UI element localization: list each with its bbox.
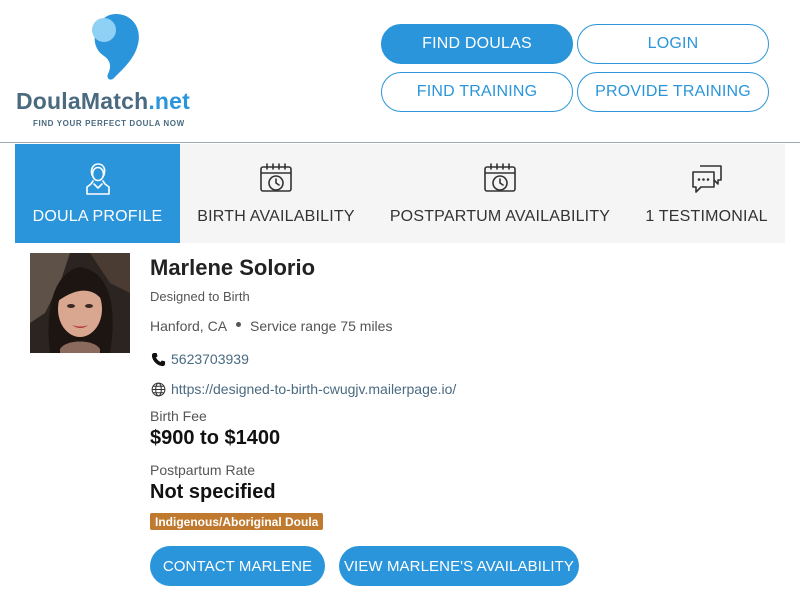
profile-tabs: DOULA PROFILE BIRTH AVAILABILITY POSTPAR…	[15, 144, 785, 243]
logo-word-net: .net	[148, 88, 191, 114]
provide-training-button[interactable]: PROVIDE TRAINING	[577, 72, 769, 112]
postpartum-rate-label: Postpartum Rate	[150, 462, 256, 478]
calendar-clock-icon	[483, 162, 517, 196]
tab-postpartum-availability-label: POSTPARTUM AVAILABILITY	[389, 208, 611, 225]
find-doulas-button[interactable]: FIND DOULAS	[381, 24, 573, 64]
phone-row[interactable]: 5623703939	[150, 351, 249, 367]
logo-wordmark: DoulaMatch.net	[16, 88, 190, 115]
website-link[interactable]: https://designed-to-birth-cwugjv.mailerp…	[171, 381, 456, 397]
globe-icon	[150, 381, 166, 397]
contact-doula-button[interactable]: CONTACT MARLENE	[150, 546, 325, 586]
doula-name: Marlene Solorio	[150, 255, 316, 280]
birth-fee-value: $900 to $1400	[150, 427, 281, 449]
login-button[interactable]: LOGIN	[577, 24, 769, 64]
tab-birth-availability-label: BIRTH AVAILABILITY	[197, 208, 355, 225]
tab-birth-availability[interactable]: BIRTH AVAILABILITY	[180, 144, 372, 243]
chat-bubbles-icon	[690, 162, 724, 196]
logo-tagline: FIND YOUR PERFECT DOULA NOW	[33, 119, 185, 128]
doula-avatar	[30, 253, 130, 353]
tab-testimonials-label: 1 TESTIMONIAL	[645, 208, 768, 225]
find-training-button[interactable]: FIND TRAINING	[381, 72, 573, 112]
logo-word-doula: Doula	[16, 88, 81, 114]
logo-mark-icon	[92, 14, 139, 80]
logo-word-match: Match	[80, 88, 149, 114]
postpartum-rate-value: Not specified	[150, 481, 276, 503]
tab-doula-profile[interactable]: DOULA PROFILE	[15, 144, 180, 243]
service-range-text: Service range 75 miles	[250, 318, 393, 334]
person-icon	[81, 162, 115, 196]
website-row[interactable]: https://designed-to-birth-cwugjv.mailerp…	[150, 381, 456, 397]
header-divider	[0, 142, 800, 143]
view-availability-button[interactable]: VIEW MARLENE'S AVAILABILITY	[339, 546, 579, 586]
tab-doula-profile-label: DOULA PROFILE	[32, 208, 163, 225]
calendar-clock-icon	[259, 162, 293, 196]
separator-dot	[236, 321, 242, 327]
tab-postpartum-availability[interactable]: POSTPARTUM AVAILABILITY	[372, 144, 628, 243]
birth-fee-label: Birth Fee	[150, 408, 207, 424]
specialty-badge: Indigenous/Aboriginal Doula	[150, 513, 324, 530]
business-name: Designed to Birth	[150, 289, 250, 304]
phone-number[interactable]: 5623703939	[171, 351, 249, 367]
phone-icon	[150, 351, 166, 367]
location-row: Hanford, CA Service range 75 miles	[150, 318, 392, 334]
city-text: Hanford, CA	[150, 318, 228, 334]
site-logo[interactable]: DoulaMatch.net FIND YOUR PERFECT DOULA N…	[14, 10, 224, 132]
tab-testimonials[interactable]: 1 TESTIMONIAL	[628, 144, 785, 243]
